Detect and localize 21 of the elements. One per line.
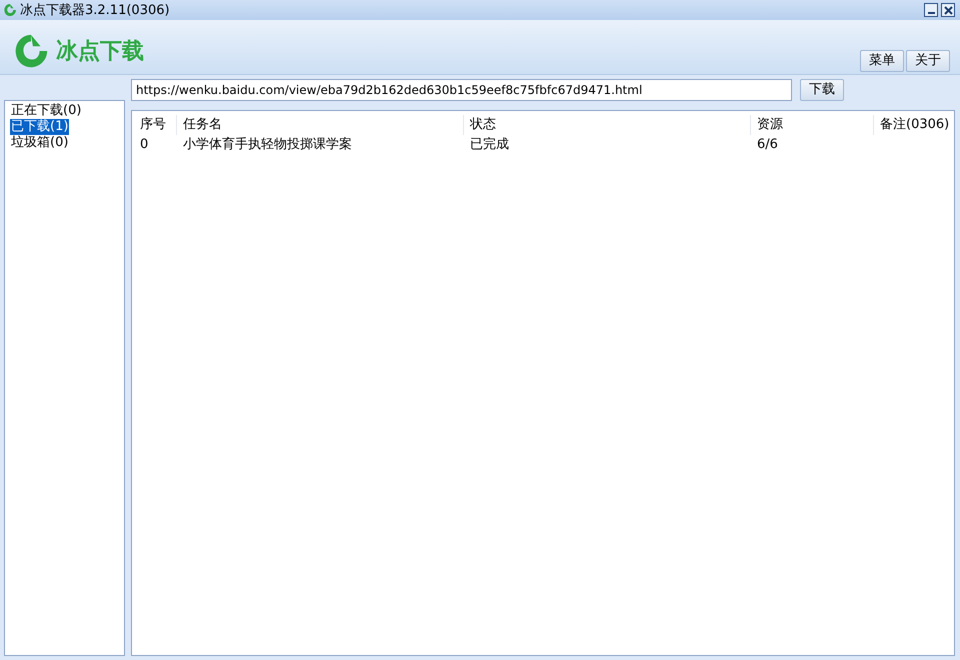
sidebar-item[interactable]: 正在下载(0) xyxy=(10,103,82,119)
url-field[interactable]: https://wenku.baidu.com/view/eba79d2b162ded630b1c59eef8c75fbfc67d9471.html xyxy=(131,79,792,101)
column-header[interactable]: 状态 xyxy=(463,115,750,135)
app-logo-icon xyxy=(3,3,17,17)
column-header[interactable]: 任务名 xyxy=(176,115,463,135)
close-button[interactable] xyxy=(941,3,955,17)
logo-text: 冰点下载 xyxy=(56,38,144,66)
sidebar-item[interactable]: 垃圾箱(0) xyxy=(10,135,70,151)
minimize-button[interactable] xyxy=(924,3,938,17)
menu-button[interactable]: 关于 xyxy=(906,50,950,72)
column-header[interactable]: 备注(0306) xyxy=(873,115,953,135)
table-cell-text: 6/6 xyxy=(756,136,779,154)
download-button[interactable]: 下载 xyxy=(800,79,844,101)
table-cell-text: 0 xyxy=(139,136,150,154)
window-title: 冰点下载器3.2.11(0306) xyxy=(20,4,170,16)
table-cell-text: 已完成 xyxy=(469,136,510,154)
column-header[interactable]: 资源 xyxy=(750,115,873,135)
menu-button[interactable]: 菜单 xyxy=(860,50,904,72)
table-cell-text: 小学体育手执轻物投掷课学案 xyxy=(182,136,353,154)
column-header[interactable]: 序号 xyxy=(134,115,176,135)
sidebar-item[interactable]: 已下载(1) xyxy=(10,119,70,135)
